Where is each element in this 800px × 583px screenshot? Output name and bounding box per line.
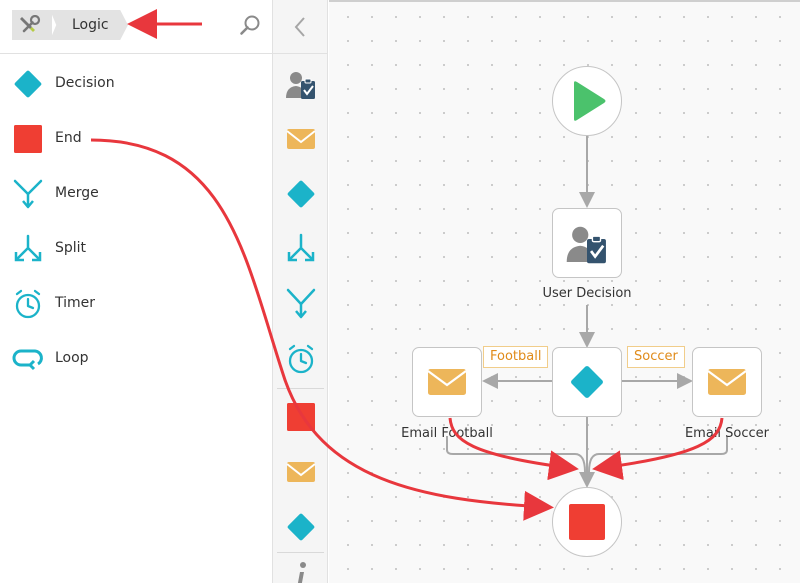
red-square-icon[interactable] [284, 400, 318, 434]
tool-item-end[interactable]: End [0, 114, 272, 164]
edge-label-football[interactable]: Football [483, 346, 549, 368]
play-icon [574, 81, 606, 121]
stopwatch-icon [15, 289, 41, 319]
diamond-icon [14, 70, 42, 98]
diamond-icon [571, 366, 603, 398]
palette-divider [277, 388, 324, 389]
collapse-panel-button[interactable] [273, 0, 328, 54]
red-square-icon [569, 504, 605, 540]
start-node[interactable] [552, 66, 622, 136]
email-football-label: Email Football [401, 426, 493, 441]
breadcrumb-current[interactable]: Logic [50, 10, 128, 40]
diamond-icon[interactable] [284, 510, 318, 544]
shape-palette [273, 0, 328, 583]
connector-football-to-end [446, 436, 586, 473]
merge-icon[interactable] [284, 287, 318, 321]
loop-icon [12, 349, 43, 371]
tool-label: Merge [55, 185, 99, 201]
tool-item-decision[interactable]: Decision [0, 59, 272, 109]
red-square-icon [14, 125, 42, 153]
tool-item-timer[interactable]: Timer [0, 279, 272, 329]
tool-label: Loop [55, 350, 89, 366]
email-icon[interactable] [284, 455, 318, 489]
info-icon[interactable] [284, 558, 318, 583]
tool-label: Split [55, 240, 87, 256]
email-soccer-node[interactable] [692, 347, 762, 417]
chevron-left-icon [294, 17, 305, 37]
edge-label-soccer[interactable]: Soccer [627, 346, 685, 368]
split-icon [14, 234, 42, 262]
tool-label: Timer [55, 295, 96, 311]
email-icon [427, 369, 467, 395]
diamond-icon[interactable] [284, 177, 318, 211]
breadcrumb-label: Logic [72, 17, 109, 33]
user-decision-node[interactable] [552, 208, 622, 278]
flow-canvas[interactable]: User Decision Email Football Email Socce… [329, 0, 800, 583]
decision-node[interactable] [552, 347, 622, 417]
user-task-icon [566, 226, 606, 264]
tool-item-loop[interactable]: Loop [0, 334, 272, 384]
email-football-node[interactable] [412, 347, 482, 417]
breadcrumb-tools[interactable] [12, 10, 52, 40]
stopwatch-icon[interactable] [284, 342, 318, 376]
search-button[interactable] [238, 14, 262, 38]
panel-header: Logic [0, 0, 273, 54]
tool-label: End [55, 130, 82, 146]
tool-label: Decision [55, 75, 115, 91]
search-icon [240, 15, 260, 35]
user-task-icon[interactable] [284, 67, 318, 101]
user-decision-label: User Decision [542, 286, 632, 301]
split-icon[interactable] [284, 232, 318, 266]
end-node[interactable] [552, 487, 622, 557]
connector-soccer-to-end [588, 436, 728, 473]
tool-item-merge[interactable]: Merge [0, 169, 272, 219]
email-icon[interactable] [284, 122, 318, 156]
merge-icon [13, 179, 43, 209]
tool-item-split[interactable]: Split [0, 224, 272, 274]
email-icon [707, 369, 747, 395]
email-soccer-label: Email Soccer [684, 426, 770, 441]
palette-divider [277, 552, 324, 553]
tools-icon [20, 15, 41, 33]
toolbox-panel: Logic Decision End Merge Split Timer Loo… [0, 0, 273, 583]
